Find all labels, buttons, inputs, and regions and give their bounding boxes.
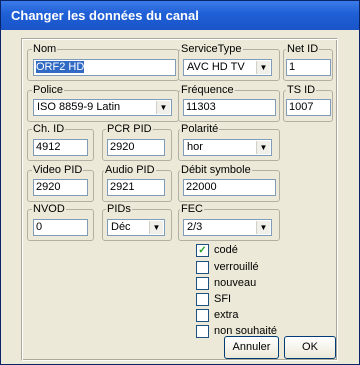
ch-id-value: 4912 [36,141,61,153]
checkbox-code-label: codé [214,244,238,256]
window-title: Changer les données du canal [11,8,199,23]
nvod-input[interactable]: 0 [33,219,88,236]
video-pid-label: Video PID [32,164,84,176]
chevron-down-icon[interactable]: ▼ [256,221,270,234]
polarite-label: Polarité [180,123,220,135]
pcr-pid-input[interactable]: 2920 [107,139,165,156]
checkbox-extra-label: extra [214,309,239,321]
dialog-body: Nom ORF2 HD ServiceType AVC HD TV ▼ Net … [5,30,355,361]
net-id-label: Net ID [286,43,320,55]
chevron-down-icon[interactable]: ▼ [256,141,270,154]
checkbox-sfi-label: SFI [214,293,232,305]
checkbox-verrouille-label: verrouillé [214,261,259,273]
nom-input[interactable]: ORF2 HD [33,59,176,76]
video-pid-value: 2920 [36,181,61,193]
title-bar[interactable]: Changer les données du canal [1,1,359,30]
polarite-select[interactable]: hor ▼ [183,139,272,156]
chevron-down-icon[interactable]: ▼ [156,101,170,114]
fec-select[interactable]: 2/3 ▼ [183,219,272,236]
service-type-value: AVC HD TV [187,61,245,73]
service-type-select[interactable]: AVC HD TV ▼ [183,59,272,76]
ch-id-input[interactable]: 4912 [33,139,88,156]
ts-id-label: TS ID [286,84,317,96]
dialog-window: Changer les données du canal Nom ORF2 HD… [0,0,360,365]
police-label: Police [32,84,64,96]
video-pid-input[interactable]: 2920 [33,179,88,196]
police-select[interactable]: ISO 8859-9 Latin ▼ [33,99,172,116]
ts-id-value: 1007 [289,101,314,113]
pcr-pid-label: PCR PID [106,123,153,135]
pcr-pid-value: 2920 [110,141,135,153]
cancel-button[interactable]: Annuler [224,336,279,359]
ok-button[interactable]: OK [284,336,336,359]
nvod-value: 0 [36,221,43,233]
checkbox-box[interactable] [196,261,209,274]
frequence-label: Fréquence [180,84,235,96]
checkbox-extra[interactable]: extra [196,309,238,322]
debit-symbole-input[interactable]: 22000 [183,179,276,196]
pids-select[interactable]: Déc ▼ [107,219,165,236]
checkbox-nouveau-label: nouveau [214,277,257,289]
checkbox-box[interactable] [196,293,209,306]
chevron-down-icon[interactable]: ▼ [256,61,270,74]
checkbox-box[interactable] [196,277,209,290]
polarite-value: hor [187,141,203,153]
audio-pid-label: Audio PID [104,164,156,176]
nom-value: ORF2 HD [36,61,85,73]
police-value: ISO 8859-9 Latin [37,101,121,113]
frequence-value: 11303 [186,101,216,113]
ts-id-input[interactable]: 1007 [286,99,331,116]
pids-label: PIDs [106,203,132,215]
frequence-input[interactable]: 11303 [183,99,276,116]
net-id-input[interactable]: 1 [286,59,331,76]
checkbox-code[interactable]: ✓ codé [196,244,238,257]
audio-pid-input[interactable]: 2921 [107,179,165,196]
fec-value: 2/3 [187,221,203,233]
chevron-down-icon[interactable]: ▼ [149,221,163,234]
checkbox-box[interactable] [196,325,209,338]
nom-label: Nom [32,43,58,55]
service-type-label: ServiceType [180,43,243,55]
pids-value: Déc [111,221,131,233]
debit-symbole-label: Débit symbole [180,164,252,176]
ch-id-label: Ch. ID [32,123,66,135]
fec-label: FEC [180,203,204,215]
nvod-label: NVOD [32,203,66,215]
net-id-value: 1 [289,61,296,73]
checkbox-nouveau[interactable]: nouveau [196,277,256,290]
settings-panel: Nom ORF2 HD ServiceType AVC HD TV ▼ Net … [21,38,338,361]
audio-pid-value: 2921 [110,181,135,193]
debit-symbole-value: 22000 [186,181,217,193]
checkbox-box[interactable] [196,309,209,322]
checkbox-sfi[interactable]: SFI [196,293,231,306]
checkmark-icon[interactable]: ✓ [196,244,209,257]
checkbox-verrouille[interactable]: verrouillé [196,261,259,274]
